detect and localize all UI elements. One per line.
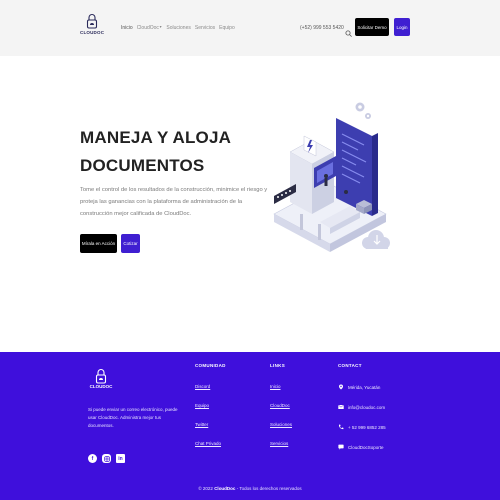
nav-link-soluciones[interactable]: Soluciones	[166, 25, 190, 31]
contact-phone[interactable]: + 52 999 6852 285	[338, 424, 386, 430]
comunidad-link-equipo[interactable]: Equipo	[195, 403, 226, 408]
hero-title-line2: DOCUMENTOS	[80, 156, 205, 175]
footer-description: Si puede enviar un correo electrónico, p…	[88, 407, 178, 428]
caret-down-icon: ▼	[158, 25, 163, 29]
facebook-icon[interactable]: f	[88, 454, 97, 463]
footer-column-contact: CONTACT Mérida, Yucatán info@cloudoc.com…	[338, 363, 386, 464]
copyright-prefix: © 2022	[198, 486, 213, 491]
location-icon	[339, 384, 343, 390]
phone-icon	[338, 424, 344, 430]
email-icon	[338, 404, 344, 409]
copyright-suffix: - Todos los derechos reservados	[235, 486, 302, 491]
links-link-soluciones[interactable]: Soluciones	[270, 422, 292, 427]
links-link-servicios[interactable]: Servicios	[270, 441, 292, 446]
footer-brand-name: CLOUDOC	[89, 384, 113, 389]
hero-title-line1: MANEJA Y ALOJA	[80, 128, 232, 147]
comunidad-link-discord[interactable]: Discord	[195, 384, 226, 389]
linkedin-icon[interactable]: in	[116, 454, 125, 463]
phone-number: (+52) 999 553 5420	[300, 25, 344, 31]
comunidad-link-chat[interactable]: Chat Privado	[195, 441, 226, 446]
nav-links: Inicio CloudOoc▼ Soluciones Servicios Eq…	[121, 25, 235, 31]
contact-email-text: info@cloudoc.com	[348, 404, 386, 410]
contact-email[interactable]: info@cloudoc.com	[338, 404, 386, 410]
contact-location: Mérida, Yucatán	[338, 384, 386, 390]
links-link-inicio[interactable]: Inicio	[270, 384, 292, 389]
hero-title: MANEJA Y ALOJA DOCUMENTOS	[80, 124, 280, 180]
chat-icon	[338, 444, 344, 450]
navbar: CLOUDOC Inicio CloudOoc▼ Soluciones Serv…	[0, 0, 500, 56]
brand-name: CLOUDOC	[80, 30, 105, 35]
brand-logo[interactable]: CLOUDOC	[80, 13, 104, 35]
footer: CLOUDOC Si puede enviar un correo electr…	[0, 352, 500, 500]
footer-column-comunidad: COMUNIDAD Discord Equipo Twitter Chat Pr…	[195, 363, 226, 460]
nav-link-inicio[interactable]: Inicio	[121, 25, 133, 31]
cloud-lock-icon	[95, 369, 107, 384]
nav-link-servicios[interactable]: Servicios	[195, 25, 215, 31]
links-heading: LINKS	[270, 363, 285, 368]
comunidad-heading: COMUNIDAD	[195, 363, 226, 368]
nav-link-cloudoc-label: CloudOoc	[136, 25, 159, 31]
see-in-action-button[interactable]: Mírala en Acción	[80, 234, 117, 253]
links-link-cloudoc[interactable]: CloudDoc	[270, 403, 292, 408]
comunidad-link-twitter[interactable]: Twitter	[195, 422, 226, 427]
footer-column-links: LINKS Inicio CloudDoc Soluciones Servici…	[270, 363, 292, 460]
request-demo-button[interactable]: Solicitar Demo	[355, 18, 389, 36]
contact-chat-text: CloudDocSoporte	[348, 444, 384, 450]
nav-link-equipo[interactable]: Equipo	[219, 25, 235, 31]
contact-chat[interactable]: CloudDocSoporte	[338, 444, 386, 450]
copyright-brand: CloudDoc	[214, 486, 236, 491]
contact-phone-text: + 52 999 6852 285	[348, 424, 386, 430]
copyright: © 2022 CloudDoc - Todos los derechos res…	[0, 486, 500, 491]
cloud-lock-icon	[86, 14, 98, 29]
contact-heading: CONTACT	[338, 363, 362, 368]
quote-button[interactable]: Cotizar	[121, 234, 140, 253]
hero-description: Tome el control de los resultados de la …	[80, 187, 268, 217]
login-button[interactable]: Login	[394, 18, 410, 36]
footer-brand-logo[interactable]: CLOUDOC	[88, 368, 114, 389]
hero-illustration	[260, 96, 400, 272]
nav-link-cloudoc[interactable]: CloudOoc▼	[137, 25, 163, 31]
instagram-icon[interactable]	[102, 454, 111, 463]
search-icon[interactable]	[345, 24, 352, 42]
social-links: f in	[88, 454, 125, 463]
contact-location-text: Mérida, Yucatán	[348, 384, 381, 390]
